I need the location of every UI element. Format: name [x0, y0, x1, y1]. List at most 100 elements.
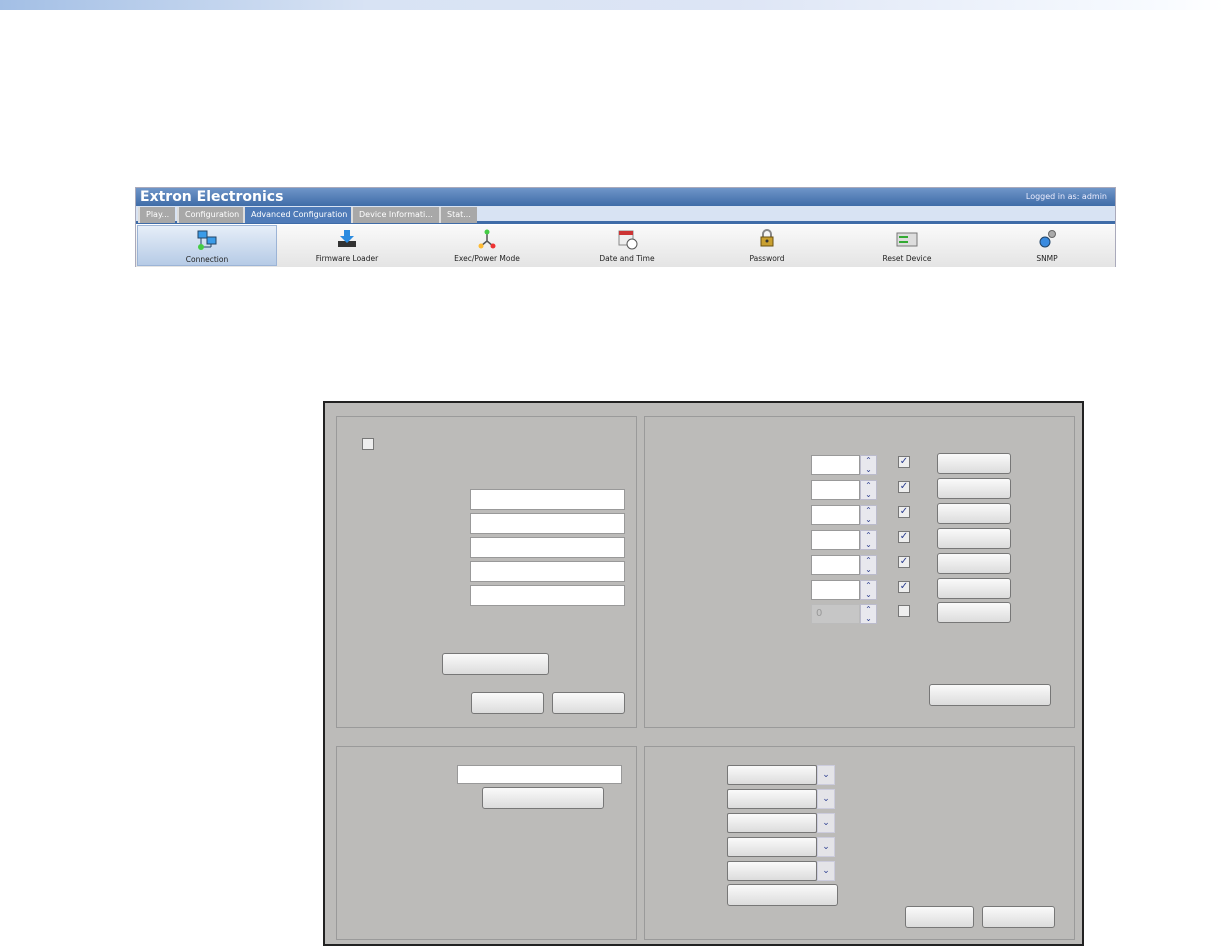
- chevron-down-icon[interactable]: ⌄: [861, 515, 876, 524]
- login-status: Logged in as: admin: [1025, 192, 1107, 201]
- serial-dropdown[interactable]: [727, 861, 817, 881]
- gears-icon: [1039, 230, 1056, 248]
- chevron-down-icon[interactable]: ⌄: [861, 490, 876, 499]
- tab-status[interactable]: Stat...: [439, 207, 477, 223]
- subnet-mask-input[interactable]: [470, 513, 625, 534]
- network-icon: [197, 230, 217, 250]
- port-spinner[interactable]: ⌃ ⌄: [860, 604, 877, 624]
- nav-snmp[interactable]: SNMP: [977, 225, 1117, 266]
- port-reset-button[interactable]: [937, 478, 1011, 499]
- app-title: Extron Electronics: [140, 189, 284, 205]
- firmware-download-icon: [338, 230, 356, 247]
- nav-connection[interactable]: Connection: [137, 225, 277, 266]
- ports-action-button[interactable]: [929, 684, 1051, 706]
- app-header: Extron Electronics Logged in as: admin P…: [135, 187, 1116, 267]
- chevron-down-icon[interactable]: ⌄: [817, 861, 835, 881]
- chevron-down-icon[interactable]: ⌄: [861, 540, 876, 549]
- nav-reset-device[interactable]: Reset Device: [837, 225, 977, 266]
- chevron-down-icon[interactable]: ⌄: [817, 789, 835, 809]
- serial-dropdown[interactable]: [727, 789, 817, 809]
- network-cancel-button[interactable]: [552, 692, 625, 714]
- nav-label: Firmware Loader: [315, 254, 379, 263]
- port-spinner[interactable]: ⌃ ⌄: [860, 480, 877, 500]
- chevron-down-icon[interactable]: ⌄: [817, 837, 835, 857]
- chevron-down-icon[interactable]: ⌄: [861, 614, 876, 623]
- nav-toolbar: Connection Firmware Loader Exec/Power Mo…: [136, 225, 1115, 267]
- network-submit-button[interactable]: [471, 692, 544, 714]
- host-action-button[interactable]: [482, 787, 604, 809]
- top-gradient-bar: [0, 0, 1224, 10]
- ip-address-input[interactable]: [470, 489, 625, 510]
- nav-label: SNMP: [1036, 254, 1058, 263]
- padlock-icon: [760, 229, 774, 247]
- port-enable-checkbox[interactable]: ✓: [898, 506, 910, 518]
- power-mode-icon: [478, 229, 496, 249]
- nav-label: Reset Device: [882, 254, 932, 263]
- chevron-down-icon[interactable]: ⌄: [861, 565, 876, 574]
- mac-address-input[interactable]: [470, 561, 625, 582]
- nav-firmware-loader[interactable]: Firmware Loader: [277, 225, 417, 266]
- port-reset-button[interactable]: [937, 553, 1011, 574]
- port-reset-button[interactable]: [937, 453, 1011, 474]
- port-reset-button[interactable]: [937, 602, 1011, 623]
- nav-label: Date and Time: [599, 254, 655, 263]
- nav-exec-power-mode[interactable]: Exec/Power Mode: [417, 225, 557, 266]
- gateway-input[interactable]: [470, 537, 625, 558]
- port-reset-button[interactable]: [937, 503, 1011, 524]
- port-enable-checkbox[interactable]: ✓: [898, 531, 910, 543]
- port-enable-checkbox[interactable]: [898, 605, 910, 617]
- chevron-up-icon[interactable]: ⌃: [861, 605, 876, 614]
- chevron-up-icon[interactable]: ⌃: [861, 456, 876, 465]
- port-enable-checkbox[interactable]: ✓: [898, 581, 910, 593]
- tab-configuration[interactable]: Configuration: [177, 207, 246, 223]
- tab-play[interactable]: Play...: [138, 207, 176, 223]
- serial-submit-button[interactable]: [905, 906, 974, 928]
- nav-label: Password: [749, 254, 785, 263]
- port-number-input[interactable]: [811, 530, 860, 550]
- serial-action-button[interactable]: [727, 884, 838, 906]
- nav-label: Connection: [185, 255, 229, 264]
- port-reset-button[interactable]: [937, 578, 1011, 599]
- port-enable-checkbox[interactable]: ✓: [898, 481, 910, 493]
- port-number-input[interactable]: [811, 480, 860, 500]
- chevron-down-icon[interactable]: ⌄: [817, 765, 835, 785]
- nav-date-and-time[interactable]: Date and Time: [557, 225, 697, 266]
- port-spinner[interactable]: ⌃ ⌄: [860, 580, 877, 600]
- chevron-up-icon[interactable]: ⌃: [861, 581, 876, 590]
- chevron-up-icon[interactable]: ⌃: [861, 506, 876, 515]
- dhcp-checkbox[interactable]: [362, 438, 374, 450]
- nav-password[interactable]: Password: [697, 225, 837, 266]
- tab-advanced-configuration[interactable]: Advanced Configuration: [243, 207, 354, 223]
- chevron-up-icon[interactable]: ⌃: [861, 531, 876, 540]
- network-action-button[interactable]: [442, 653, 549, 675]
- port-spinner[interactable]: ⌃ ⌄: [860, 455, 877, 475]
- title-bar: Extron Electronics Logged in as: admin: [136, 188, 1115, 206]
- tab-bar: Play... Configuration Advanced Configura…: [136, 206, 1115, 224]
- port-number-input[interactable]: [811, 580, 860, 600]
- port-number-input[interactable]: [811, 555, 860, 575]
- port-enable-checkbox[interactable]: ✓: [898, 456, 910, 468]
- calendar-clock-icon: [618, 230, 638, 250]
- chevron-up-icon[interactable]: ⌃: [861, 481, 876, 490]
- chevron-down-icon[interactable]: ⌄: [817, 813, 835, 833]
- host-input[interactable]: [457, 765, 622, 784]
- dns-input[interactable]: [470, 585, 625, 606]
- port-spinner[interactable]: ⌃ ⌄: [860, 555, 877, 575]
- serial-dropdown[interactable]: [727, 813, 817, 833]
- chevron-down-icon[interactable]: ⌄: [861, 590, 876, 599]
- chevron-up-icon[interactable]: ⌃: [861, 556, 876, 565]
- port-enable-checkbox[interactable]: ✓: [898, 556, 910, 568]
- port-reset-button[interactable]: [937, 528, 1011, 549]
- reset-device-icon: [896, 232, 918, 247]
- port-spinner[interactable]: ⌃ ⌄: [860, 530, 877, 550]
- port-number-input[interactable]: [811, 455, 860, 475]
- serial-dropdown[interactable]: [727, 765, 817, 785]
- chevron-down-icon[interactable]: ⌄: [861, 465, 876, 474]
- nav-label: Exec/Power Mode: [454, 254, 520, 263]
- serial-dropdown[interactable]: [727, 837, 817, 857]
- tab-device-information[interactable]: Device Informati...: [351, 207, 439, 223]
- port-number-input[interactable]: [811, 505, 860, 525]
- serial-cancel-button[interactable]: [982, 906, 1055, 928]
- port-number-input[interactable]: 0: [811, 604, 860, 624]
- port-spinner[interactable]: ⌃ ⌄: [860, 505, 877, 525]
